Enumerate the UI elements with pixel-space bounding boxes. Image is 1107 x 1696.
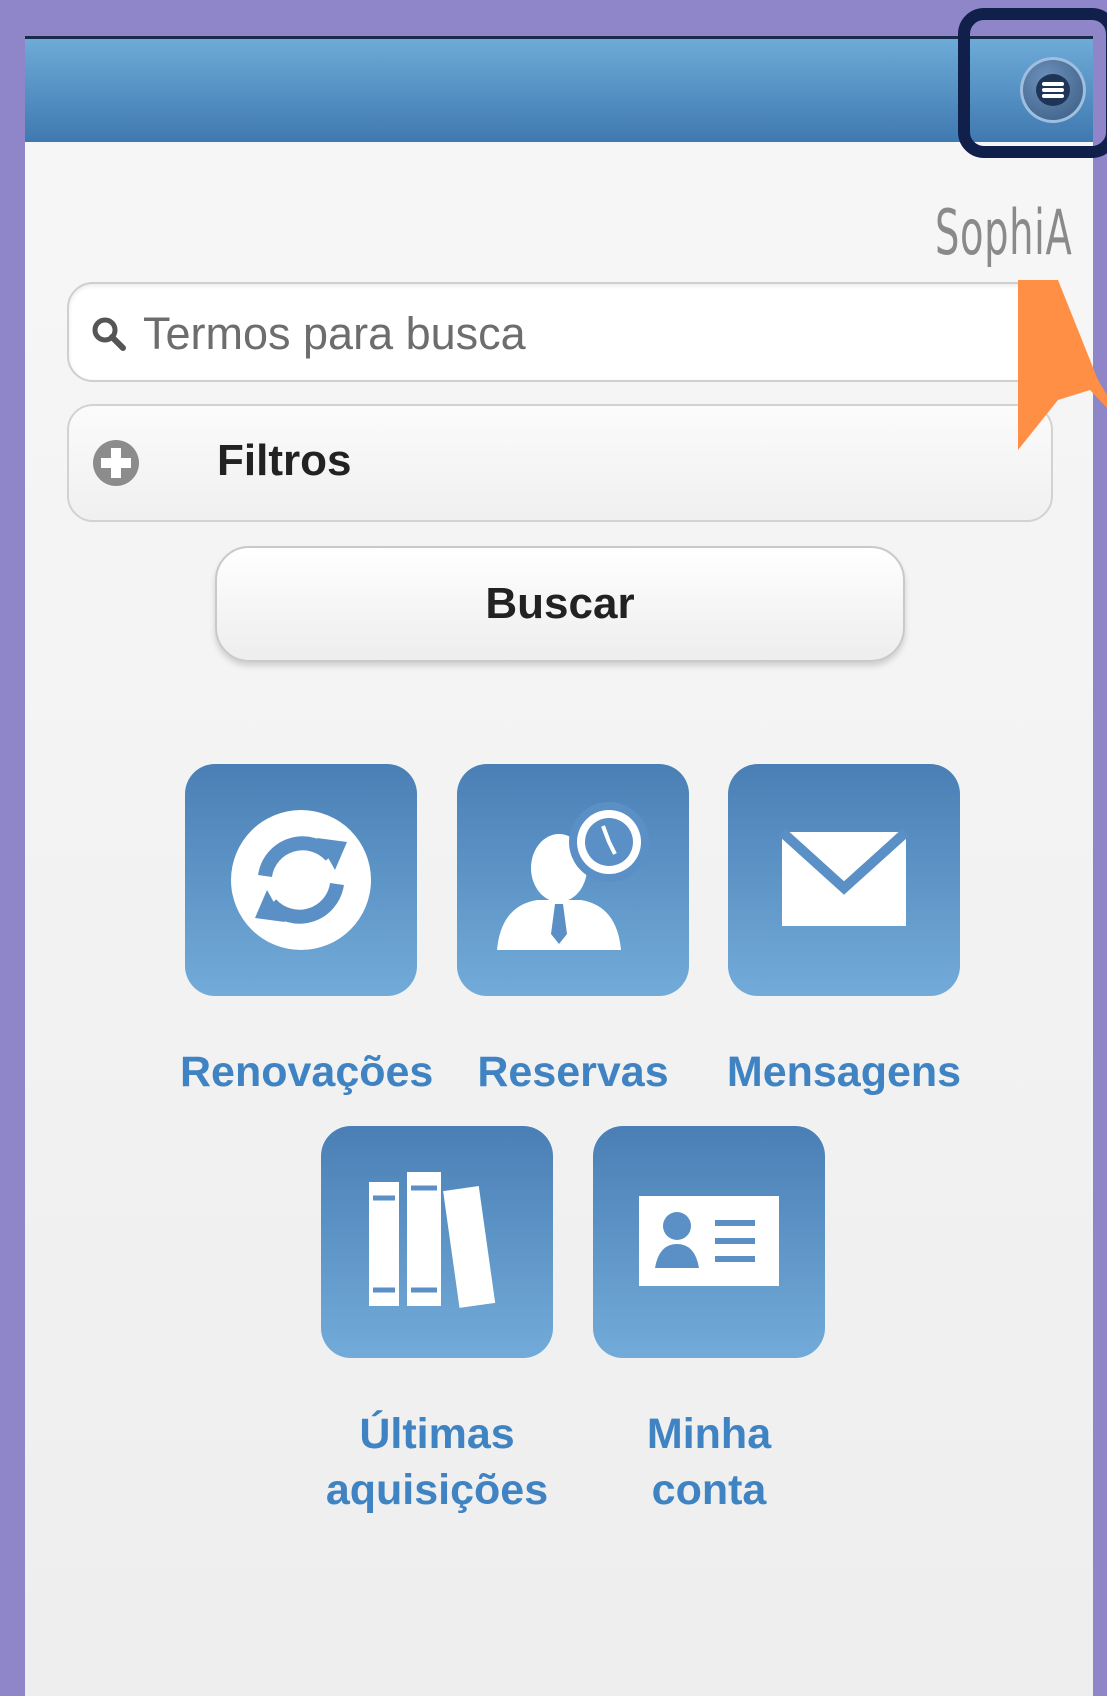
- sophia-logo: SophiA: [935, 196, 1073, 269]
- search-button[interactable]: Buscar: [215, 546, 905, 662]
- messages-tile[interactable]: [728, 764, 960, 996]
- latest-acquisitions-label[interactable]: Últimas aquisições: [305, 1406, 569, 1518]
- filters-label: Filtros: [217, 436, 352, 485]
- search-input[interactable]: [141, 304, 1025, 364]
- my-account-label[interactable]: Minha conta: [585, 1406, 833, 1518]
- latest-acquisitions-line2: aquisições: [325, 1466, 549, 1514]
- search-field[interactable]: [67, 282, 1053, 382]
- filters-toggle[interactable]: Filtros: [67, 404, 1053, 522]
- my-account-tile[interactable]: [593, 1126, 825, 1358]
- search-icon: [92, 317, 126, 351]
- envelope-icon: [778, 828, 910, 926]
- reservations-tile[interactable]: [457, 764, 689, 996]
- menu-highlight-frame: [958, 8, 1107, 158]
- orange-annotation-mark: [1018, 280, 1107, 450]
- plus-circle-icon: [93, 440, 139, 486]
- person-clock-icon: [497, 802, 649, 950]
- messages-label[interactable]: Mensagens: [720, 1044, 968, 1100]
- renewals-label[interactable]: Renovações: [180, 1044, 433, 1100]
- latest-acquisitions-line1: Últimas: [359, 1410, 515, 1458]
- latest-acquisitions-tile[interactable]: [321, 1126, 553, 1358]
- header-bar: [25, 36, 1093, 142]
- reservations-label[interactable]: Reservas: [455, 1044, 691, 1100]
- books-icon: [369, 1172, 496, 1308]
- id-card-icon: [639, 1196, 779, 1286]
- my-account-line1: Minha: [646, 1410, 772, 1458]
- refresh-icon: [231, 810, 371, 950]
- my-account-line2: conta: [651, 1466, 767, 1514]
- app-screen: SophiA Filtros Buscar Renovações: [25, 36, 1093, 1696]
- renewals-tile[interactable]: [185, 764, 417, 996]
